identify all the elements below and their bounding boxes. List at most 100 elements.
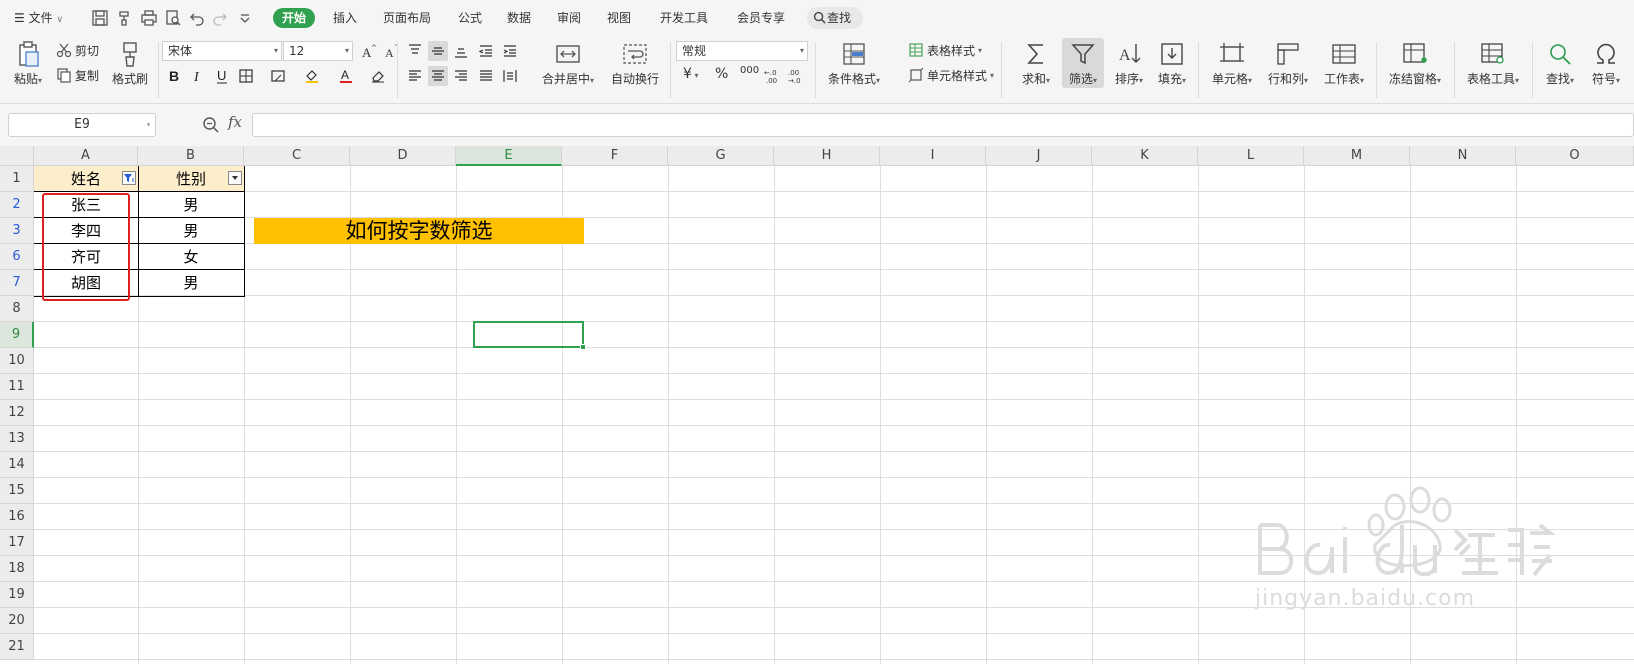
number-format-select[interactable]: 常规 ▾ (676, 41, 808, 61)
filter-button[interactable]: 筛选▾ (1062, 38, 1104, 88)
file-menu[interactable]: ☰ 文件 ∨ (14, 9, 63, 29)
border-icon[interactable] (236, 66, 256, 86)
tab-formulas[interactable]: 公式 (458, 9, 482, 27)
table-tools-button[interactable]: 表格工具▾ (1462, 40, 1524, 88)
font-name-select[interactable]: 宋体 ▾ (162, 41, 282, 61)
column-header-b[interactable]: B (138, 146, 244, 166)
tab-member[interactable]: 会员专享 (737, 9, 785, 27)
row-header-18[interactable]: 18 (0, 556, 34, 582)
paste-button[interactable]: 粘贴▾ (10, 40, 46, 88)
print-preview-icon[interactable] (164, 9, 182, 27)
zoom-formula-icon[interactable] (202, 116, 220, 134)
column-header-g[interactable]: G (668, 146, 774, 166)
quick-access-more-icon[interactable] (236, 9, 254, 27)
tab-page-layout[interactable]: 页面布局 (383, 9, 431, 27)
column-header-m[interactable]: M (1304, 146, 1410, 166)
row-header-14[interactable]: 14 (0, 452, 34, 478)
row-header-1[interactable]: 1 (0, 166, 34, 192)
bold-icon[interactable]: B (164, 66, 184, 86)
search-button[interactable]: 查找 (807, 7, 863, 29)
row-header-6[interactable]: 6 (0, 244, 34, 270)
column-header-d[interactable]: D (350, 146, 456, 166)
increase-font-icon[interactable]: A ^ (359, 41, 379, 61)
increase-decimal-icon[interactable]: ←.0.00 (762, 66, 782, 86)
column-header-c[interactable]: C (244, 146, 350, 166)
save-icon[interactable] (91, 9, 109, 27)
row-header-7[interactable]: 7 (0, 270, 34, 296)
row-header-17[interactable]: 17 (0, 530, 34, 556)
undo-icon[interactable] (188, 9, 206, 27)
select-all-corner[interactable] (0, 146, 34, 166)
decrease-font-icon[interactable]: Aˇ (382, 41, 402, 61)
tab-home[interactable]: 开始 (273, 8, 316, 28)
row-header-9[interactable]: 9 (0, 322, 34, 348)
row-header-20[interactable]: 20 (0, 608, 34, 634)
find-button[interactable]: 查找▾ (1540, 40, 1580, 88)
sort-button[interactable]: A 排序▾ (1110, 40, 1148, 88)
fill-handle[interactable] (580, 344, 586, 350)
align-right-icon[interactable] (451, 66, 471, 86)
column-header-n[interactable]: N (1410, 146, 1516, 166)
underline-icon[interactable]: U (212, 66, 232, 86)
sum-button[interactable]: 求和▾ (1018, 40, 1054, 88)
row-header-19[interactable]: 19 (0, 582, 34, 608)
name-box[interactable]: E9 ▾ (8, 113, 156, 137)
rows-cols-button[interactable]: 行和列▾ (1264, 40, 1312, 88)
cell-style-button[interactable]: 单元格样式 ▾ (908, 65, 994, 85)
font-size-select[interactable]: 12 ▾ (283, 41, 353, 61)
column-header-i[interactable]: I (880, 146, 986, 166)
column-header-h[interactable]: H (774, 146, 880, 166)
fill-color-icon[interactable] (302, 66, 322, 86)
column-header-l[interactable]: L (1198, 146, 1304, 166)
wrap-text-button[interactable]: 自动换行 (608, 40, 662, 86)
decrease-indent-icon[interactable] (476, 41, 496, 61)
align-top-icon[interactable] (405, 41, 425, 61)
row-header-21[interactable]: 21 (0, 634, 34, 660)
row-header-2[interactable]: 2 (0, 192, 34, 218)
clear-format-icon[interactable] (368, 66, 388, 86)
currency-button[interactable]: ¥ ▾ (683, 66, 698, 82)
tab-developer[interactable]: 开发工具 (660, 9, 708, 27)
distributed-icon[interactable] (500, 66, 520, 86)
conditional-format-button[interactable]: 条件格式▾ (826, 40, 882, 88)
row-header-13[interactable]: 13 (0, 426, 34, 452)
active-cell-e9[interactable] (473, 321, 586, 350)
format-painter-button[interactable]: 格式刷 (110, 40, 150, 86)
thousands-button[interactable]: 000 (740, 65, 759, 76)
cells-button[interactable]: 单元格▾ (1208, 40, 1256, 88)
format-painter-quick-icon[interactable] (116, 9, 134, 27)
merge-center-button[interactable]: 合并居中▾ (540, 40, 596, 88)
column-header-f[interactable]: F (562, 146, 668, 166)
column-header-a[interactable]: A (34, 146, 138, 166)
cut-button[interactable]: 剪切 (56, 40, 99, 60)
align-middle-icon[interactable] (428, 41, 448, 61)
row-header-12[interactable]: 12 (0, 400, 34, 426)
table-style-button[interactable]: 表格样式 ▾ (908, 40, 982, 60)
insert-function-button[interactable]: fx (228, 113, 242, 131)
chevron-down-icon[interactable]: ▾ (146, 114, 151, 136)
column-header-k[interactable]: K (1092, 146, 1198, 166)
tab-insert[interactable]: 插入 (333, 9, 357, 27)
copy-button[interactable]: 复制 (56, 65, 99, 85)
cell-style-small-icon[interactable] (268, 66, 288, 86)
align-bottom-icon[interactable] (451, 41, 471, 61)
column-header-e[interactable]: E (456, 146, 562, 166)
align-left-icon[interactable] (405, 66, 425, 86)
tab-data[interactable]: 数据 (507, 9, 531, 27)
column-header-o[interactable]: O (1516, 146, 1634, 166)
percent-button[interactable]: % (715, 66, 728, 82)
row-header-3[interactable]: 3 (0, 218, 34, 244)
tab-review[interactable]: 审阅 (557, 9, 581, 27)
font-color-icon[interactable]: A (336, 66, 356, 86)
redo-icon[interactable] (211, 9, 229, 27)
align-center-icon[interactable] (428, 66, 448, 86)
decrease-decimal-icon[interactable]: .00 →.0 (786, 66, 806, 86)
worksheet-button[interactable]: 工作表▾ (1320, 40, 1368, 88)
symbol-button[interactable]: 符号▾ (1586, 40, 1626, 88)
row-header-16[interactable]: 16 (0, 504, 34, 530)
increase-indent-icon[interactable] (500, 41, 520, 61)
row-header-8[interactable]: 8 (0, 296, 34, 322)
row-header-15[interactable]: 15 (0, 478, 34, 504)
formula-input[interactable] (252, 113, 1634, 137)
tab-view[interactable]: 视图 (607, 9, 631, 27)
